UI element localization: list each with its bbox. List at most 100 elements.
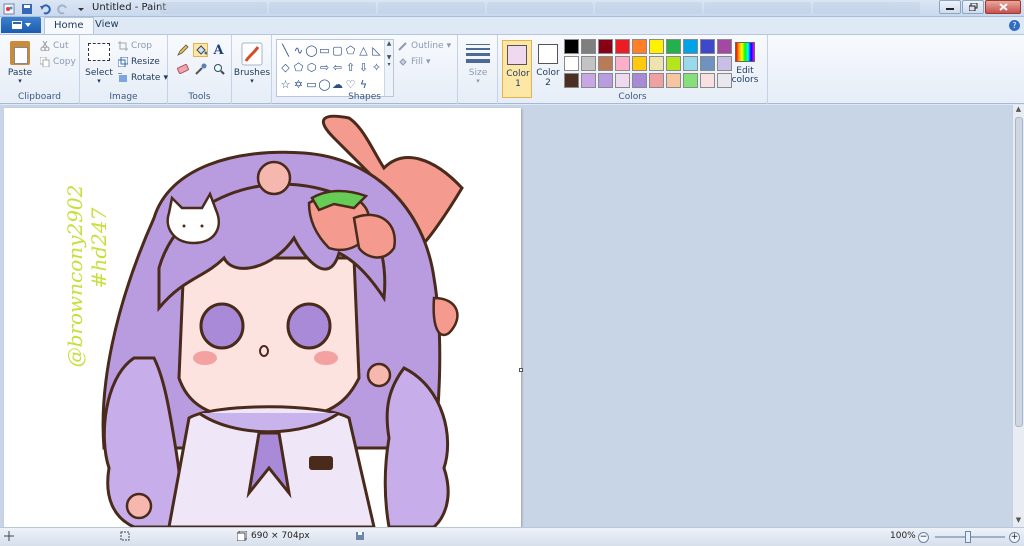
magnifier-icon[interactable]: [211, 62, 226, 76]
heart-icon[interactable]: ♡: [344, 76, 357, 93]
redo-icon[interactable]: [56, 2, 69, 15]
four-point-star-icon[interactable]: ✧: [370, 59, 383, 76]
callout-oval-icon[interactable]: ◯: [318, 76, 331, 93]
right-triangle-icon[interactable]: ◺: [370, 42, 383, 59]
eraser-icon[interactable]: [175, 62, 190, 76]
paste-icon[interactable]: [10, 41, 30, 65]
scroll-up-arrow[interactable]: ▲: [1013, 105, 1024, 116]
status-bar: 690 × 704px 100% − +: [0, 527, 1024, 546]
customize-qat-icon[interactable]: [74, 2, 87, 15]
undo-icon[interactable]: [38, 2, 51, 15]
oval-icon[interactable]: ◯: [305, 42, 318, 59]
tab-view[interactable]: View: [86, 17, 128, 34]
line-icon[interactable]: ╲: [279, 42, 292, 59]
right-arrow-icon[interactable]: ⇨: [318, 59, 331, 76]
triangle-icon[interactable]: △: [357, 42, 370, 59]
close-button[interactable]: [985, 0, 1021, 14]
rectangle-icon[interactable]: ▭: [318, 42, 331, 59]
zoom-in-button[interactable]: +: [1009, 532, 1020, 543]
brushes-group[interactable]: Brushes ▾: [232, 35, 272, 104]
up-arrow-icon[interactable]: ⇧: [344, 59, 357, 76]
crop-button[interactable]: Crop: [118, 41, 152, 51]
restore-button[interactable]: [962, 0, 984, 14]
palette-swatch[interactable]: [581, 56, 596, 71]
tools-label: Tools: [188, 92, 211, 102]
palette-swatch[interactable]: [683, 73, 698, 88]
palette-swatch[interactable]: [564, 39, 579, 54]
palette-swatch[interactable]: [564, 73, 579, 88]
zoom-out-button[interactable]: −: [918, 532, 929, 543]
save-icon[interactable]: [20, 2, 33, 15]
palette-swatch[interactable]: [649, 56, 664, 71]
palette-swatch[interactable]: [615, 39, 630, 54]
palette-swatch[interactable]: [700, 39, 715, 54]
zoom-slider-thumb[interactable]: [965, 531, 971, 543]
color-1-button[interactable]: Color 1: [502, 40, 532, 98]
cut-button[interactable]: Cut: [40, 41, 69, 51]
rotate-button[interactable]: Rotate ▾: [118, 73, 168, 83]
left-arrow-icon[interactable]: ⇦: [331, 59, 344, 76]
quick-access-toolbar: [2, 1, 87, 16]
vertical-scrollbar[interactable]: ▲ ▼: [1012, 105, 1024, 527]
paint-app-icon[interactable]: [2, 2, 15, 15]
palette-swatch[interactable]: [598, 39, 613, 54]
help-icon[interactable]: ?: [1009, 20, 1020, 31]
palette-swatch[interactable]: [632, 73, 647, 88]
curve-icon[interactable]: ∿: [292, 42, 305, 59]
shapes-gallery[interactable]: ╲ ∿ ◯ ▭ ▢ ⬠ △ ◺ ◇ ⬠ ⬡ ⇨ ⇦ ⇧ ⇩ ✧ ☆ ✡ ▭ ◯: [276, 39, 394, 97]
down-arrow-icon[interactable]: ⇩: [357, 59, 370, 76]
callout-rect-icon[interactable]: ▭: [305, 76, 318, 93]
outline-button[interactable]: Outline ▾: [398, 41, 451, 51]
palette-swatch[interactable]: [666, 56, 681, 71]
pencil-icon[interactable]: [175, 43, 190, 57]
palette-swatch[interactable]: [666, 39, 681, 54]
palette-swatch[interactable]: [615, 56, 630, 71]
polygon-icon[interactable]: ⬠: [344, 42, 357, 59]
hexagon-icon[interactable]: ⬡: [305, 59, 318, 76]
cloud-icon[interactable]: ☁: [331, 76, 344, 93]
size-group[interactable]: Size ▾: [458, 35, 498, 104]
minimize-button[interactable]: [939, 0, 961, 14]
color-picker-icon[interactable]: [193, 62, 208, 76]
edit-colors-icon[interactable]: [735, 42, 755, 62]
file-menu-button[interactable]: [1, 17, 41, 33]
diamond-icon[interactable]: ◇: [279, 59, 292, 76]
fill-button[interactable]: Fill ▾: [398, 57, 431, 67]
five-point-star-icon[interactable]: ☆: [279, 76, 292, 93]
copy-button[interactable]: Copy: [40, 57, 76, 67]
scroll-down-arrow[interactable]: ▼: [1013, 516, 1024, 527]
palette-swatch[interactable]: [649, 39, 664, 54]
palette-swatch[interactable]: [598, 73, 613, 88]
palette-swatch[interactable]: [717, 39, 732, 54]
palette-swatch[interactable]: [700, 56, 715, 71]
resize-button[interactable]: Resize: [118, 57, 160, 67]
canvas-resize-handle-right[interactable]: [519, 368, 523, 372]
color-2-button[interactable]: Color 2: [536, 40, 560, 98]
text-icon[interactable]: A: [211, 43, 226, 58]
palette-swatch[interactable]: [581, 39, 596, 54]
palette-swatch[interactable]: [615, 73, 630, 88]
lightning-icon[interactable]: ϟ: [357, 76, 370, 93]
scrollbar-thumb[interactable]: [1015, 117, 1023, 427]
palette-swatch[interactable]: [598, 56, 613, 71]
palette-swatch[interactable]: [581, 73, 596, 88]
six-point-star-icon[interactable]: ✡: [292, 76, 305, 93]
palette-swatch[interactable]: [632, 39, 647, 54]
window-title: Untitled - Paint: [92, 2, 167, 13]
palette-swatch[interactable]: [564, 56, 579, 71]
color-palette: [564, 39, 733, 89]
color-1-swatch: [507, 45, 527, 65]
palette-swatch[interactable]: [666, 73, 681, 88]
fill-icon[interactable]: [193, 43, 208, 57]
palette-swatch[interactable]: [683, 39, 698, 54]
palette-swatch[interactable]: [700, 73, 715, 88]
select-icon[interactable]: [88, 43, 110, 61]
palette-swatch[interactable]: [683, 56, 698, 71]
palette-swatch[interactable]: [632, 56, 647, 71]
shapes-scrollbar[interactable]: ▲ ▼ ▾: [384, 40, 393, 96]
image-size-icon: [237, 531, 247, 541]
drawing-canvas[interactable]: @browncony2902 #hd247: [4, 108, 521, 527]
pentagon-icon[interactable]: ⬠: [292, 59, 305, 76]
palette-swatch[interactable]: [649, 73, 664, 88]
rounded-rectangle-icon[interactable]: ▢: [331, 42, 344, 59]
